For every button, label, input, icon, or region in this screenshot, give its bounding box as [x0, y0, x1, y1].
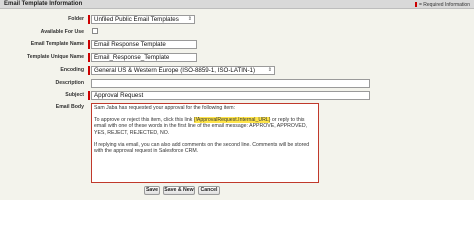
email-template-panel: Email Template Information = Required In…: [0, 0, 474, 200]
subject-input[interactable]: Approval Request: [91, 91, 370, 100]
select-arrows-icon: ⇕: [267, 67, 272, 73]
folder-select[interactable]: Unfiled Public Email Templates ⇕: [91, 15, 195, 24]
section-title: Email Template Information: [4, 1, 83, 7]
folder-label: Folder: [68, 16, 84, 22]
encoding-required-indicator: [88, 66, 90, 75]
available-label: Available For Use: [40, 29, 84, 35]
description-input[interactable]: [91, 79, 370, 88]
subject-label: Subject: [65, 92, 84, 98]
required-info-legend: = Required Information: [415, 2, 470, 8]
unique-name-required-indicator: [88, 53, 90, 62]
subject-required-indicator: [88, 91, 90, 100]
available-checkbox[interactable]: [92, 28, 98, 34]
save-button[interactable]: Save: [144, 186, 160, 195]
template-name-label: Email Template Name: [30, 41, 84, 47]
select-arrows-icon: ⇕: [187, 16, 192, 22]
encoding-label: Encoding: [60, 67, 84, 73]
unique-name-input[interactable]: Email_Response_Template: [91, 53, 197, 62]
template-name-input[interactable]: Email Response Template: [91, 40, 197, 49]
email-body-textarea[interactable]: Sam Jaba has requested your approval for…: [91, 103, 319, 183]
body-paragraph-2: To approve or reject this item, click th…: [94, 117, 316, 136]
unique-name-label: Template Unique Name: [27, 54, 84, 60]
merge-field-highlight: {!ApprovalRequest.Internal_URL}: [193, 117, 271, 124]
body-para2-start: To approve or reject this item, click th…: [94, 117, 194, 124]
folder-select-value: Unfiled Public Email Templates: [94, 16, 179, 23]
cancel-button[interactable]: Cancel: [198, 186, 220, 195]
email-body-label: Email Body: [55, 104, 84, 110]
required-info-text: = Required Information: [418, 2, 470, 8]
template-name-required-indicator: [88, 40, 90, 49]
save-and-new-button[interactable]: Save & New: [163, 186, 195, 195]
description-label: Description: [55, 80, 84, 86]
body-paragraph-3: If replying via email, you can also add …: [94, 141, 310, 155]
encoding-select[interactable]: General US & Western Europe (ISO-8859-1,…: [91, 66, 275, 75]
required-indicator-icon: [415, 2, 417, 7]
folder-required-indicator: [88, 15, 90, 24]
encoding-select-value: General US & Western Europe (ISO-8859-1,…: [94, 67, 256, 74]
section-header: Email Template Information = Required In…: [0, 0, 474, 9]
